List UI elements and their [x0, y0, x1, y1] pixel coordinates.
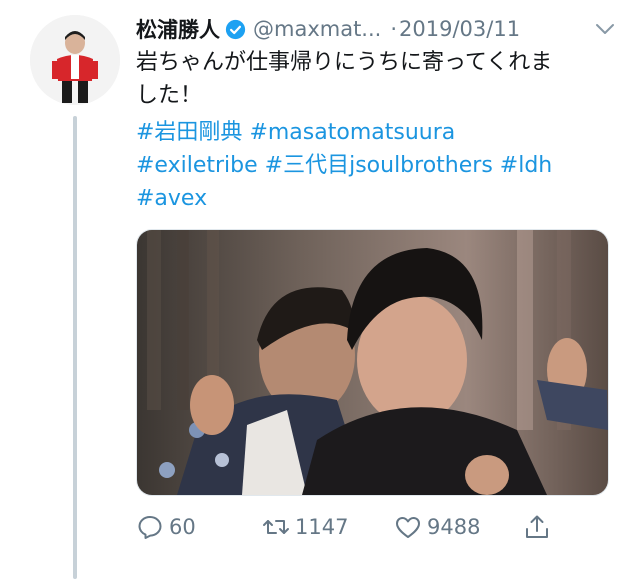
- tweet-text-line: 岩ちゃんが仕事帰りにうちに寄ってくれま: [136, 50, 553, 75]
- hashtag-line: #exiletribe #三代目jsoulbrothers #ldh: [136, 149, 606, 182]
- tweet-text-line: した！: [136, 83, 203, 108]
- share-icon: [526, 515, 548, 538]
- retweet-icon: [263, 520, 289, 534]
- hashtag-link[interactable]: #masatomatsuura: [249, 120, 455, 145]
- author-name[interactable]: 松浦勝人: [136, 14, 220, 44]
- tweet-header: 松浦勝人 @maxmat... · 2019/03/11: [136, 12, 616, 46]
- hashtag-link[interactable]: #exiletribe: [136, 153, 258, 178]
- hashtag-link[interactable]: #avex: [136, 186, 207, 211]
- author-handle[interactable]: @maxmat...: [253, 17, 381, 41]
- separator-dot: ·: [390, 17, 398, 41]
- hashtag-link[interactable]: #三代目jsoulbrothers: [265, 153, 493, 178]
- hashtag-link[interactable]: #ldh: [500, 153, 552, 178]
- retweet-button[interactable]: 1147: [262, 507, 348, 547]
- hashtag-line: #岩田剛典 #masatomatsuura: [136, 116, 606, 149]
- hashtags: #岩田剛典 #masatomatsuura #exiletribe #三代目jsou…: [136, 116, 606, 215]
- hashtag-link[interactable]: #岩田剛典: [136, 120, 242, 145]
- like-button[interactable]: 9488: [394, 507, 480, 547]
- photo-image: [137, 230, 608, 495]
- thread-line: [73, 116, 77, 579]
- avatar-image: [30, 15, 120, 105]
- chevron-down-icon[interactable]: [594, 21, 616, 37]
- reply-icon: [138, 516, 162, 539]
- retweet-count: 1147: [295, 515, 349, 539]
- like-count: 9488: [427, 515, 481, 539]
- like-icon: [396, 517, 420, 538]
- avatar[interactable]: [30, 15, 120, 105]
- hashtag-line: #avex: [136, 182, 606, 215]
- tweet-text: 岩ちゃんが仕事帰りにうちに寄ってくれま した！: [136, 46, 606, 112]
- share-button[interactable]: [523, 507, 551, 547]
- tweet-date[interactable]: 2019/03/11: [399, 17, 520, 41]
- tweet-actions: 60 1147 9488: [136, 507, 616, 547]
- reply-count: 60: [169, 515, 196, 539]
- tweet-photo[interactable]: [136, 229, 609, 496]
- reply-button[interactable]: 60: [136, 507, 196, 547]
- verified-badge-icon: [225, 19, 246, 39]
